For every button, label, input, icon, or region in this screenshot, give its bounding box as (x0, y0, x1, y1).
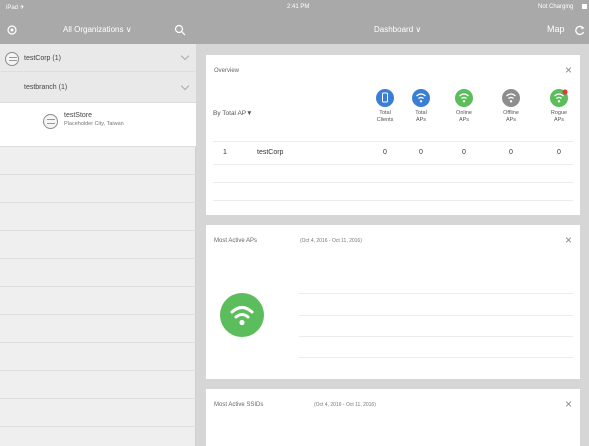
sidebar-empty-row (0, 175, 196, 203)
organization-selector[interactable]: All Organizations ∨ (63, 25, 132, 34)
chart-gridline (299, 336, 573, 337)
chart-gridline (299, 293, 573, 294)
column-label: APs (415, 117, 427, 123)
column-total-aps: Total APs (406, 89, 436, 124)
cell-value: 0 (557, 149, 561, 156)
sidebar-item-store[interactable]: testStore Placeholder City, Taiwan (0, 103, 196, 147)
column-label: APs (505, 117, 517, 123)
org-icon (5, 52, 19, 66)
sidebar-item-label: testCorp (1) (24, 55, 61, 62)
column-label: Offline (503, 110, 519, 116)
column-label: Clients (376, 117, 394, 123)
sidebar-item-label: testbranch (1) (24, 84, 68, 91)
close-icon[interactable]: × (565, 64, 572, 76)
dashboard-selector[interactable]: Dashboard ∨ (374, 25, 421, 34)
refresh-icon[interactable] (575, 23, 585, 36)
sort-selector[interactable]: By Total AP▼ (213, 110, 253, 117)
sidebar: testCorp (1) testbranch (1) testStore Pl… (0, 44, 196, 446)
sidebar-empty-row (0, 371, 196, 399)
clients-icon (376, 89, 394, 107)
sidebar-item-org[interactable]: testCorp (1) (0, 44, 196, 72)
main-nav: Dashboard ∨ Map (196, 14, 589, 44)
card-title: Overview (214, 68, 240, 74)
overview-card: Overview × By Total AP▼ Total Clients Tot… (206, 55, 580, 215)
column-label: APs (553, 117, 565, 123)
store-location: Placeholder City, Taiwan (64, 121, 124, 127)
chart-gridline (299, 315, 573, 316)
divider (213, 141, 573, 142)
column-rogue-aps: Rogue APs (544, 89, 574, 124)
gear-icon[interactable] (6, 23, 18, 35)
wifi-icon (412, 89, 430, 107)
wifi-icon (220, 293, 264, 337)
rogue-wifi-icon (550, 89, 568, 107)
column-label: Online (456, 110, 472, 116)
sidebar-nav: All Organizations ∨ (0, 14, 196, 44)
card-title: Most Active APs (214, 238, 258, 244)
column-label: APs (458, 117, 470, 123)
cell-value: 0 (383, 149, 387, 156)
sidebar-empty-row (0, 399, 196, 427)
chevron-down-icon (180, 81, 190, 91)
status-bar: iPad ✈ 2:41 PM Not Charging (0, 0, 589, 14)
map-button[interactable]: Map (547, 24, 565, 34)
date-range: (Oct 4, 2016 - Oct 11, 2016) (314, 402, 376, 408)
search-icon[interactable] (174, 23, 186, 36)
sidebar-empty-row (0, 203, 196, 231)
sidebar-empty-row (0, 315, 196, 343)
store-name: testStore (64, 112, 93, 119)
cell-value: 0 (509, 149, 513, 156)
column-label: Total (415, 110, 427, 116)
battery-status: Not Charging (538, 4, 574, 10)
divider (213, 164, 573, 165)
sidebar-empty-row (0, 231, 196, 259)
sidebar-item-branch[interactable]: testbranch (1) (0, 72, 196, 103)
most-active-ssids-card: Most Active SSIDs (Oct 4, 2016 - Oct 11,… (206, 389, 580, 446)
sidebar-empty-row (0, 147, 196, 175)
row-name: testCorp (257, 149, 284, 156)
sidebar-empty-row (0, 287, 196, 315)
store-icon (43, 114, 58, 129)
device-label: iPad ✈ (6, 5, 25, 11)
row-rank: 1 (223, 149, 227, 156)
divider (213, 182, 573, 183)
chart-gridline (299, 357, 573, 358)
sidebar-empty-row (0, 343, 196, 371)
column-label: Rogue (550, 110, 568, 116)
close-icon[interactable]: × (565, 398, 572, 410)
top-bar: iPad ✈ 2:41 PM Not Charging All Organiza… (0, 0, 589, 44)
column-online-aps: Online APs (449, 89, 479, 124)
wifi-icon (455, 89, 473, 107)
chevron-down-icon (180, 51, 190, 61)
card-title: Most Active SSIDs (214, 402, 264, 408)
most-active-aps-card: Most Active APs (Oct 4, 2016 - Oct 11, 2… (206, 225, 580, 379)
close-icon[interactable]: × (565, 234, 572, 246)
main-content: Overview × By Total AP▼ Total Clients Tot… (197, 44, 589, 446)
wifi-icon (502, 89, 520, 107)
battery-icon (582, 4, 587, 9)
cell-value: 0 (462, 149, 466, 156)
date-range: (Oct 4, 2016 - Oct 11, 2016) (300, 238, 362, 244)
status-time: 2:41 PM (287, 4, 310, 10)
column-total-clients: Total Clients (370, 89, 400, 124)
divider (213, 200, 573, 201)
column-label: Total (379, 110, 391, 116)
cell-value: 0 (419, 149, 423, 156)
sidebar-empty-row (0, 259, 196, 287)
column-offline-aps: Offline APs (496, 89, 526, 124)
